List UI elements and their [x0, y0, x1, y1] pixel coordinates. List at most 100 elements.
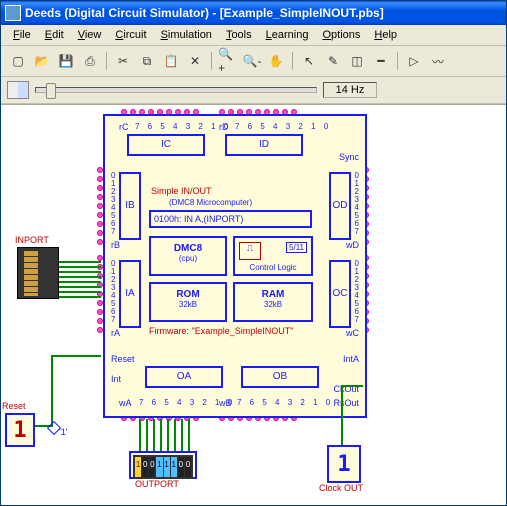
wave-icon[interactable]: [7, 81, 29, 99]
menu-view[interactable]: View: [72, 27, 108, 43]
outport-bit-2: 1: [171, 457, 177, 477]
label-wb: wB: [219, 398, 232, 408]
menu-edit[interactable]: Edit: [39, 27, 70, 43]
label-clockout: Clock OUT: [319, 483, 363, 493]
cpu-sub: (cpu): [151, 254, 225, 263]
rom-size: 32kB: [151, 300, 225, 309]
new-icon[interactable]: ▢: [7, 50, 29, 72]
outport-bit-4: 1: [156, 457, 162, 477]
wire-reset-v: [51, 355, 53, 425]
wire-reset-h: [51, 355, 101, 357]
ctrl-label: Control Logic: [235, 263, 311, 272]
firmware-label: Firmware: "Example_SimpleINOUT": [149, 326, 293, 336]
block-ctrl-logic: ⎍ 5/11 Control Logic: [233, 236, 313, 276]
ram-size: 32kB: [235, 300, 311, 309]
instruction-display: 0100h: IN A,(INPORT): [149, 210, 312, 228]
block-oa: OA: [145, 366, 223, 388]
paste-icon[interactable]: 📋: [160, 50, 182, 72]
menu-circuit[interactable]: Circuit: [109, 27, 152, 43]
label-rsout: RsOut: [333, 398, 359, 408]
toolbar: ▢ 📂 💾 ⎙ ✂ ⧉ 📋 ✕ 🔍+ 🔍- ✋ ↖ ✎ ◫ ━ ▷ 〰: [1, 46, 506, 77]
menu-help[interactable]: Help: [368, 27, 403, 43]
component-icon[interactable]: ◫: [346, 50, 368, 72]
label-reset: Reset: [111, 354, 135, 364]
block-cpu: DMC8 (cpu): [149, 236, 227, 276]
block-ia: IA: [119, 260, 141, 328]
label-sync: Sync: [339, 152, 359, 162]
run-icon[interactable]: ▷: [403, 50, 425, 72]
block-od: OD: [329, 172, 351, 240]
delete-icon[interactable]: ✕: [184, 50, 206, 72]
label-rc: rC: [119, 122, 129, 132]
bits-rc: 7 6 5 4 3 2 1 0: [135, 122, 231, 131]
title-bar: Deeds (Digital Circuit Simulator) - [Exa…: [1, 1, 506, 25]
label-wd: wD: [346, 240, 359, 250]
outport-bit-6: 0: [142, 457, 148, 477]
freq-slider[interactable]: [35, 87, 317, 93]
label-rd: rD: [219, 122, 229, 132]
menu-bar: File Edit View Circuit Simulation Tools …: [1, 25, 506, 46]
rom-name: ROM: [151, 284, 225, 300]
menu-file[interactable]: File: [7, 27, 37, 43]
zoom-in-icon[interactable]: 🔍+: [217, 50, 239, 72]
cpu-name: DMC8: [151, 238, 225, 254]
sim-bar: 14 Hz: [1, 77, 506, 104]
outport-bit-7: 1: [135, 457, 141, 477]
block-ic: IC: [127, 134, 205, 156]
clock-icon: ⎍: [239, 242, 261, 260]
reset-button[interactable]: 1: [5, 413, 35, 447]
label-outport: OUTPORT: [135, 479, 179, 489]
chip-title2: (DMC8 Microcomputer): [169, 198, 252, 207]
cut-icon[interactable]: ✂: [112, 50, 134, 72]
timing-icon[interactable]: 〰: [427, 50, 449, 72]
label-ra: rA: [111, 328, 120, 338]
block-rom: ROM 32kB: [149, 282, 227, 322]
block-id: ID: [225, 134, 303, 156]
wire-icon[interactable]: ━: [370, 50, 392, 72]
label-wc: wC: [346, 328, 359, 338]
bits-wb: 7 6 5 4 3 2 1 0: [237, 398, 333, 407]
vbits-od: 0 1 2 3 4 5 6 7: [355, 172, 359, 236]
outport-leds: 1 0 0 1 1 1 0 0: [133, 455, 193, 479]
pointer-icon[interactable]: ↖: [298, 50, 320, 72]
clock-out-display: 1: [327, 445, 361, 483]
outport-bit-0: 0: [185, 457, 191, 477]
outport-bit-1: 0: [178, 457, 184, 477]
label-inport: INPORT: [15, 235, 49, 245]
open-icon[interactable]: 📂: [31, 50, 53, 72]
menu-simulation[interactable]: Simulation: [155, 27, 218, 43]
canvas[interactable]: rC 7 6 5 4 3 2 1 0 rD 7 6 5 4 3 2 1 0 Sy…: [1, 104, 506, 505]
wire-clock-v: [341, 385, 343, 445]
outport-bit-3: 1: [164, 457, 170, 477]
title-text: Deeds (Digital Circuit Simulator) - [Exa…: [25, 6, 384, 20]
slider-thumb[interactable]: [46, 83, 56, 99]
copy-icon[interactable]: ⧉: [136, 50, 158, 72]
vbits-ia: 0 1 2 3 4 5 6 7: [111, 260, 115, 324]
label-inta: IntA: [343, 354, 359, 364]
zoom-out-icon[interactable]: 🔍-: [241, 50, 263, 72]
ctrl-num: 5/11: [286, 242, 307, 253]
bits-rd: 7 6 5 4 3 2 1 0: [235, 122, 331, 131]
chip-title1: Simple IN/OUT: [151, 186, 212, 196]
ram-name: RAM: [235, 284, 311, 300]
block-ram: RAM 32kB: [233, 282, 313, 322]
vbits-ib: 0 1 2 3 4 5 6 7: [111, 172, 115, 236]
freq-display: 14 Hz: [323, 82, 377, 98]
outport-bit-5: 0: [149, 457, 155, 477]
label-int: Int: [111, 374, 121, 384]
label-reset-ext: Reset: [2, 401, 26, 411]
menu-tools[interactable]: Tools: [220, 27, 258, 43]
save-icon[interactable]: 💾: [55, 50, 77, 72]
vbits-oc: 0 1 2 3 4 5 6 7: [355, 260, 359, 324]
wire-inport: [59, 261, 101, 263]
menu-learning[interactable]: Learning: [260, 27, 315, 43]
pan-icon[interactable]: ✋: [265, 50, 287, 72]
edit-icon[interactable]: ✎: [322, 50, 344, 72]
microcomputer-chip: rC 7 6 5 4 3 2 1 0 rD 7 6 5 4 3 2 1 0 Sy…: [103, 114, 367, 418]
block-ib: IB: [119, 172, 141, 240]
label-rb: rB: [111, 240, 120, 250]
label-wa: wA: [119, 398, 132, 408]
menu-options[interactable]: Options: [316, 27, 366, 43]
inport-switches[interactable]: [17, 247, 59, 299]
print-icon[interactable]: ⎙: [79, 50, 101, 72]
